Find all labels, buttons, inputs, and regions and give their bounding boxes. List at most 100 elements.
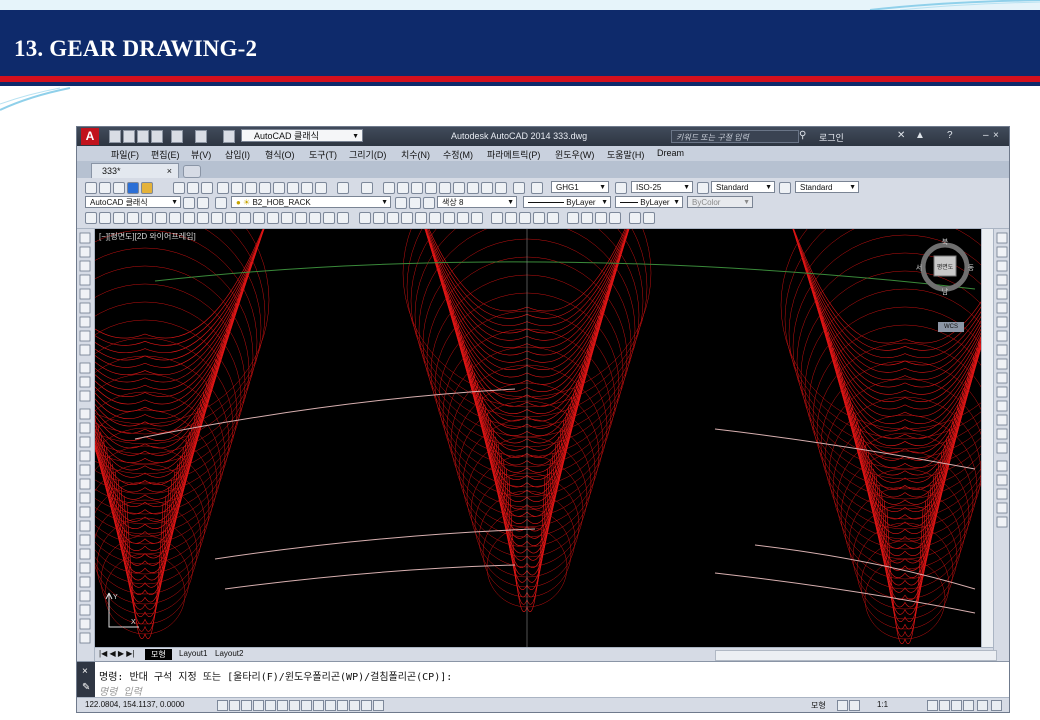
menu-file[interactable]: 파일(F) [111,148,139,161]
am-toggle[interactable] [373,700,384,711]
toolbar-button[interactable] [337,182,349,194]
viewcube[interactable]: 평면도 북 남 서 동 [915,235,975,295]
clean-screen-icon[interactable] [977,700,988,711]
toolbar-button[interactable] [197,197,209,209]
autocad-logo-button[interactable]: A [81,128,99,145]
toolbar-button[interactable] [567,212,579,224]
menu-window[interactable]: 윈도우(W) [555,148,594,161]
toolbar-button[interactable] [231,182,243,194]
isolate-objects-icon[interactable] [963,700,974,711]
compass-west[interactable]: 서 [916,263,922,272]
3dosnap-toggle[interactable] [277,700,288,711]
toolbar-button[interactable] [113,212,125,224]
login-button[interactable]: 로그인 [819,131,844,144]
wcs-menu[interactable]: WCS [938,322,964,332]
tab-layout2[interactable]: Layout2 [215,649,243,658]
dyn-toggle[interactable] [313,700,324,711]
osnap-toggle[interactable] [265,700,276,711]
toolbar-button[interactable] [323,212,335,224]
toolbar-button[interactable] [595,212,607,224]
color-select[interactable]: 색상 8 ▼ [437,196,517,208]
toolbar-button[interactable] [85,182,97,194]
status-menu-icon[interactable] [991,700,1002,711]
toolbar-button[interactable] [373,212,385,224]
toolbar-button[interactable] [395,197,407,209]
save-as-icon[interactable] [151,130,163,143]
plotstyle-select[interactable]: ByColor ▼ [687,196,753,208]
draw-toolbar-icons[interactable] [77,229,94,665]
toolbar-button[interactable] [169,212,181,224]
toolbar-button[interactable] [245,182,257,194]
layer-properties-icon[interactable] [215,197,227,209]
table-style-icon[interactable] [697,182,709,194]
toolbar-button[interactable] [127,182,139,194]
hardware-accel-icon[interactable] [951,700,962,711]
toolbar-button[interactable] [259,182,271,194]
toolbar-button[interactable] [183,212,195,224]
toolbar-button[interactable] [211,212,223,224]
redo-icon[interactable] [195,130,207,143]
toolbar-button[interactable] [453,182,465,194]
toolbar-button[interactable] [397,182,409,194]
toolbar-button[interactable] [423,197,435,209]
search-input[interactable]: 키워드 또는 구절 입력 [671,130,799,143]
toolbar-button[interactable] [281,212,293,224]
first-layout-icon[interactable]: |◀ ◀ ▶ ▶| [99,649,134,658]
toolbar-button[interactable] [505,212,517,224]
toolbar-button[interactable] [467,182,479,194]
toolbar-button[interactable] [217,182,229,194]
toolbar-button[interactable] [141,182,153,194]
toolbar-button[interactable] [425,182,437,194]
toolbar-button[interactable] [401,212,413,224]
table-style-select[interactable]: Standard ▼ [711,181,775,193]
a360-icon[interactable]: ▲ [915,130,925,141]
plot-icon[interactable] [223,130,235,143]
toolbar-button[interactable] [415,212,427,224]
menu-dimension[interactable]: 치수(N) [401,148,430,161]
modify-toolbar-icons[interactable] [994,229,1010,659]
toolbar-button[interactable] [547,212,559,224]
layer-select[interactable]: ● ☀ B2_HOB_RACK ▼ [231,196,391,208]
toolbar-button[interactable] [85,212,97,224]
menu-dream[interactable]: Dream [657,148,684,158]
new-tab-button[interactable] [183,165,201,178]
toolbar-button[interactable] [643,212,655,224]
customize-command-icon[interactable]: ✎ [82,682,90,693]
toolbar-button[interactable] [581,212,593,224]
toolbar-button[interactable] [439,182,451,194]
compass-east[interactable]: 동 [968,264,975,272]
text-style-select[interactable]: GHG1 ▼ [551,181,609,193]
toolbar-button[interactable] [411,182,423,194]
ducs-toggle[interactable] [301,700,312,711]
tab-layout1[interactable]: Layout1 [179,649,207,658]
toolbar-button[interactable] [315,182,327,194]
mleader-style-icon[interactable] [779,182,791,194]
toolbar-button[interactable] [629,212,641,224]
coordinate-readout[interactable]: 122.0804, 154.1137, 0.0000 [85,700,185,709]
drawing-viewport[interactable]: [−][평면도][2D 와이어프레임] 평면도 북 남 서 동 WCS Y X [95,229,981,647]
menu-edit[interactable]: 편집(E) [151,148,180,161]
toolbar-button[interactable] [239,212,251,224]
toolbar-button[interactable] [533,212,545,224]
menu-help[interactable]: 도움말(H) [607,148,644,161]
command-input[interactable]: 명령 입력 [99,683,142,698]
toolbar-button[interactable] [201,182,213,194]
lwt-toggle[interactable] [325,700,336,711]
horizontal-scrollbar[interactable] [715,650,997,661]
toolbar-button[interactable] [273,182,285,194]
toolbar-button[interactable] [429,212,441,224]
lock-icon[interactable] [939,700,950,711]
toolbar-button[interactable] [481,182,493,194]
compass-north[interactable]: 북 [942,238,949,246]
toolbar-button[interactable] [471,212,483,224]
undo-icon[interactable] [171,130,183,143]
polar-toggle[interactable] [253,700,264,711]
minimize-icon[interactable]: – [983,130,989,141]
toolbar-button[interactable] [267,212,279,224]
otrack-toggle[interactable] [289,700,300,711]
tpy-toggle[interactable] [337,700,348,711]
sc-toggle[interactable] [361,700,372,711]
text-style-icon[interactable] [531,182,543,194]
exchange-icon[interactable]: ✕ [897,130,905,141]
grid-toggle[interactable] [229,700,240,711]
